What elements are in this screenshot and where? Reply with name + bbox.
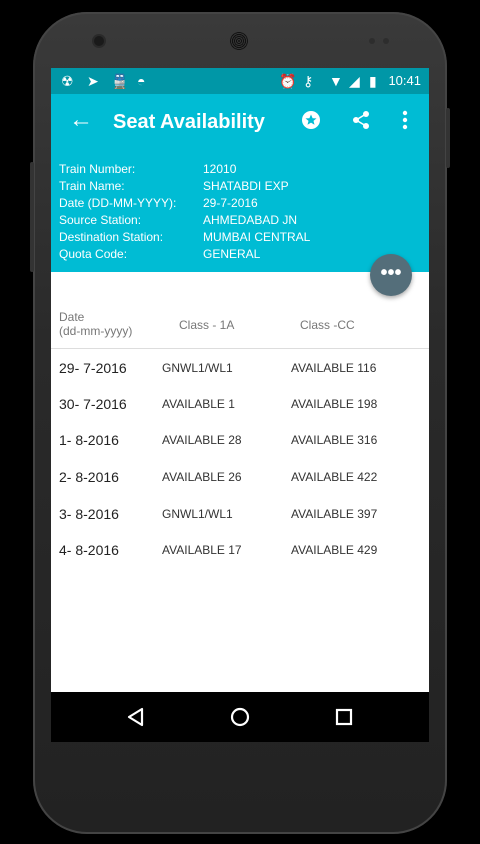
volume-button: [30, 162, 34, 272]
info-label: Train Name:: [59, 179, 125, 193]
table-header: Date (dd-mm-yyyy) Class - 1A Class -CC: [51, 300, 429, 349]
info-value: 12010: [203, 162, 237, 176]
wifi-icon: ▼: [329, 73, 343, 89]
row-date: 29- 7-2016: [59, 360, 127, 376]
header-date-line1: Date: [59, 310, 85, 324]
row-class-1a: GNWL1/WL1: [162, 361, 233, 375]
status-bar: ☢ ➤ 🚆 ◓ ⏰ ⚷ ▼ ◢ ▮ 10:41: [51, 68, 429, 94]
row-class-1a: GNWL1/WL1: [162, 507, 233, 521]
signal-icon: ◢: [349, 73, 360, 89]
row-date: 4- 8-2016: [59, 542, 119, 558]
row-date: 30- 7-2016: [59, 396, 127, 412]
page-title: Seat Availability: [113, 111, 265, 133]
header-date: Date (dd-mm-yyyy): [59, 310, 132, 338]
header-date-line2: (dd-mm-yyyy): [59, 324, 133, 338]
star-icon[interactable]: [297, 106, 325, 134]
info-value: MUMBAI CENTRAL: [203, 230, 311, 244]
row-class-1a: AVAILABLE 1: [162, 397, 235, 411]
row-class-cc: AVAILABLE 116: [291, 361, 377, 375]
home-nav-icon[interactable]: [225, 702, 255, 732]
row-date: 1- 8-2016: [59, 432, 119, 448]
row-class-1a: AVAILABLE 26: [162, 470, 242, 484]
table-row: 4- 8-2016 AVAILABLE 17 AVAILABLE 429: [51, 532, 429, 568]
screen: ☢ ➤ 🚆 ◓ ⏰ ⚷ ▼ ◢ ▮ 10:41 ← Seat Availabil…: [51, 68, 429, 742]
row-class-cc: AVAILABLE 397: [291, 507, 378, 521]
table-row: 3- 8-2016 GNWL1/WL1 AVAILABLE 397: [51, 496, 429, 532]
row-class-cc: AVAILABLE 429: [291, 543, 378, 557]
row-date: 2- 8-2016: [59, 469, 119, 485]
more-vert-icon[interactable]: [391, 106, 419, 134]
info-value: AHMEDABAD JN: [203, 213, 298, 227]
table-row: 2- 8-2016 AVAILABLE 26 AVAILABLE 422: [51, 459, 429, 495]
row-class-1a: AVAILABLE 28: [162, 433, 242, 447]
more-options-fab[interactable]: •••: [370, 254, 412, 296]
back-nav-icon[interactable]: [121, 702, 151, 732]
header-class-cc: Class -CC: [300, 318, 355, 332]
share-icon[interactable]: [347, 106, 375, 134]
info-label: Source Station:: [59, 213, 142, 227]
row-class-cc: AVAILABLE 422: [291, 470, 378, 484]
header-class-1a: Class - 1A: [179, 318, 235, 332]
battery-icon: ▮: [369, 73, 377, 89]
front-camera: [94, 36, 104, 46]
info-value: GENERAL: [203, 247, 261, 261]
row-class-cc: AVAILABLE 316: [291, 433, 378, 447]
key-icon: ⚷: [303, 73, 314, 89]
bug-icon: ☢: [61, 73, 74, 89]
android-icon: ◓: [137, 73, 146, 89]
recents-nav-icon[interactable]: [329, 702, 359, 732]
proximity-sensor: [369, 38, 375, 44]
alarm-icon: ⏰: [279, 73, 297, 89]
row-class-cc: AVAILABLE 198: [291, 397, 378, 411]
row-class-1a: AVAILABLE 17: [162, 543, 242, 557]
fab-dots-icon: •••: [380, 262, 402, 284]
info-label: Date (DD-MM-YYYY):: [59, 196, 177, 210]
navigation-bar: [51, 692, 429, 742]
train-icon: 🚆: [111, 73, 129, 89]
info-label: Train Number:: [59, 162, 136, 176]
info-label: Destination Station:: [59, 230, 164, 244]
send-icon: ➤: [87, 73, 99, 89]
table-row: 29- 7-2016 GNWL1/WL1 AVAILABLE 116: [51, 350, 429, 386]
table-row: 30- 7-2016 AVAILABLE 1 AVAILABLE 198: [51, 386, 429, 422]
info-value: SHATABDI EXP: [203, 179, 289, 193]
power-button: [446, 108, 450, 168]
earpiece-speaker: [230, 32, 248, 50]
train-info-panel: Train Number: 12010 Train Name: SHATABDI…: [51, 150, 429, 272]
light-sensor: [383, 38, 389, 44]
info-value: 29-7-2016: [203, 196, 258, 210]
row-date: 3- 8-2016: [59, 506, 119, 522]
app-bar: ← Seat Availability: [51, 94, 429, 150]
info-label: Quota Code:: [59, 247, 128, 261]
table-row: 1- 8-2016 AVAILABLE 28 AVAILABLE 316: [51, 422, 429, 458]
back-arrow-icon[interactable]: ←: [67, 106, 95, 134]
status-time: 10:41: [388, 73, 421, 88]
